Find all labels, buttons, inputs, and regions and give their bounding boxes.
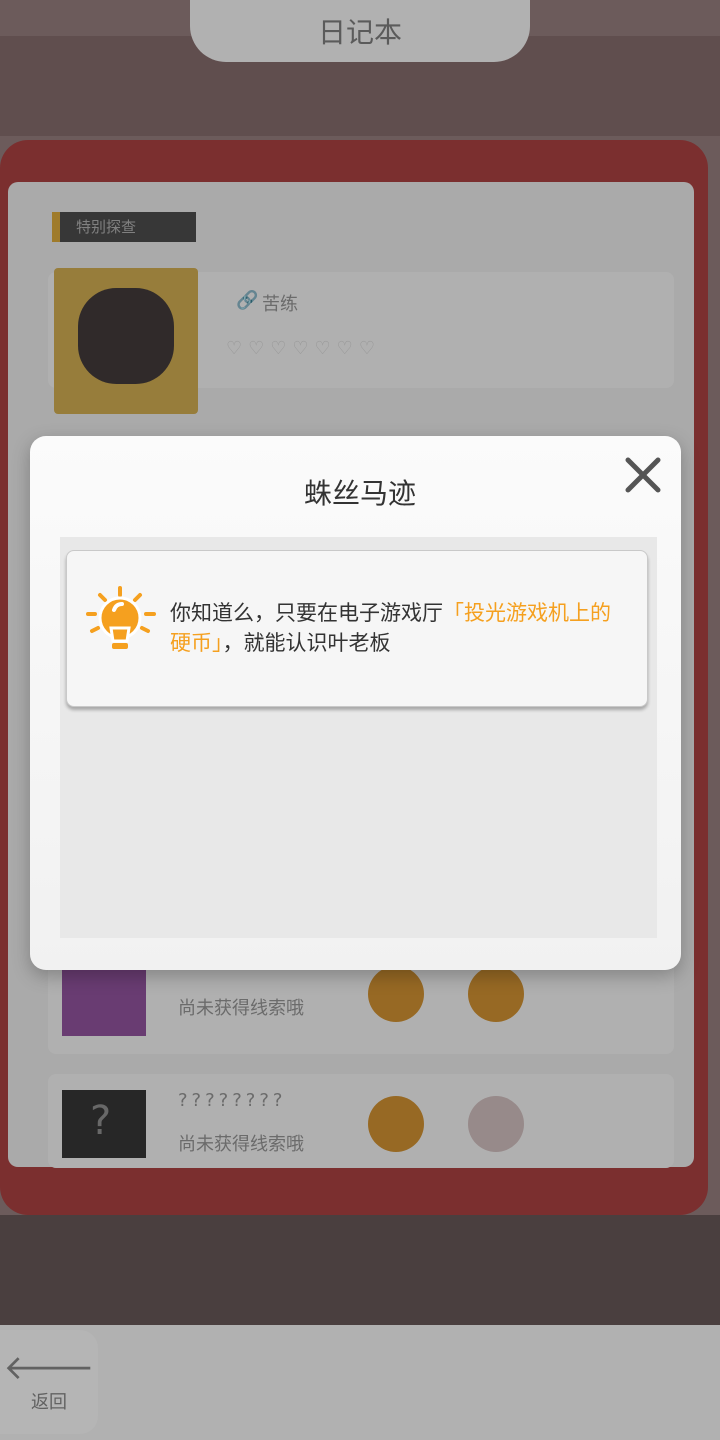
dialog-title: 蛛丝马迹 — [303, 477, 416, 510]
hint-text-part2: ，就能认识叶老板 — [222, 631, 391, 655]
hint-text-part1: 你知道么，只要在电子游戏厅 — [170, 601, 443, 625]
close-icon — [625, 457, 661, 493]
lightbulb-icon — [84, 586, 158, 656]
close-button[interactable] — [620, 452, 666, 498]
hint-text: 你知道么，只要在电子游戏厅「投光游戏机上的硬币」，就能认识叶老板 — [170, 598, 630, 658]
